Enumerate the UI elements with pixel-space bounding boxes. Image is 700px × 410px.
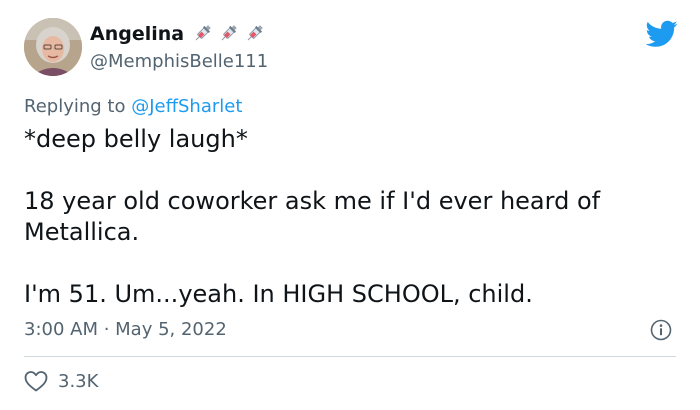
user-handle[interactable]: @MemphisBelle111 [90, 50, 268, 74]
tweet-card: Angelina @MemphisBelle111 Replying to @J… [0, 0, 700, 410]
syringe-icon [247, 25, 263, 41]
avatar[interactable] [24, 18, 82, 76]
tweet-text: *deep belly laugh* 18 year old coworker … [24, 124, 674, 310]
like-count: 3.3K [58, 370, 99, 392]
display-name[interactable]: Angelina [90, 22, 184, 46]
name-emoji-row [192, 22, 266, 44]
replying-to-label: Replying to [24, 96, 132, 117]
tweet-timestamp[interactable]: 3:00 AM · May 5, 2022 [24, 318, 227, 342]
syringe-icon [195, 25, 211, 41]
syringe-icon [221, 25, 237, 41]
avatar-image [24, 18, 82, 76]
tweet-line: 18 year old coworker ask me if I'd ever … [24, 187, 601, 246]
heart-icon [24, 371, 48, 392]
tweet-line: *deep belly laugh* [24, 125, 248, 153]
twitter-bird-icon[interactable] [646, 20, 678, 48]
tweet-line: I'm 51. Um...yeah. In HIGH SCHOOL, child… [24, 280, 533, 308]
like-button[interactable]: 3.3K [24, 370, 98, 392]
info-icon[interactable] [650, 319, 672, 341]
replying-to-line: Replying to @JeffSharlet [24, 95, 242, 119]
divider [24, 356, 676, 357]
reply-mention-link[interactable]: @JeffSharlet [131, 96, 242, 117]
